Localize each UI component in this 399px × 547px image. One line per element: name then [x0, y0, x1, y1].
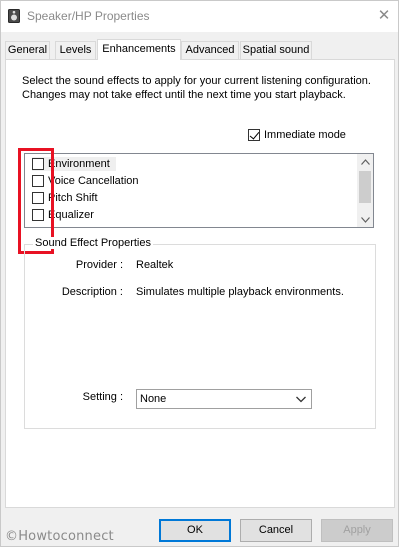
cancel-button[interactable]: Cancel: [240, 519, 312, 542]
setting-selected-value: None: [140, 393, 167, 405]
ok-button[interactable]: OK: [159, 519, 231, 542]
effect-label: Pitch Shift: [48, 192, 98, 204]
effect-item-voice-cancellation[interactable]: Voice Cancellation: [32, 174, 139, 188]
close-button[interactable]: ✕: [371, 5, 397, 27]
tab-advanced[interactable]: Advanced: [181, 41, 239, 60]
close-icon: ✕: [377, 7, 391, 24]
immediate-mode-label: Immediate mode: [264, 129, 346, 141]
watermark-text: ©Howtoconnect: [5, 529, 114, 544]
effects-list[interactable]: Environment Voice Cancellation Pitch Shi…: [24, 153, 374, 228]
immediate-mode-check-icon[interactable]: [248, 129, 260, 141]
effect-item-environment[interactable]: Environment: [32, 157, 116, 171]
properties-dialog: Speaker/HP Properties ✕ General Levels E…: [0, 0, 399, 547]
provider-label: Provider :: [75, 259, 123, 271]
tab-enhancements[interactable]: Enhancements: [97, 39, 181, 60]
scroll-up-arrow-icon[interactable]: [357, 154, 373, 169]
effect-label: Equalizer: [48, 209, 94, 221]
effect-checkbox-equalizer[interactable]: [32, 209, 44, 221]
effect-checkbox-pitch-shift[interactable]: [32, 192, 44, 204]
effect-label: Environment: [48, 158, 110, 170]
effect-item-pitch-shift[interactable]: Pitch Shift: [32, 191, 98, 205]
enhancements-description: Select the sound effects to apply for yo…: [22, 75, 371, 101]
tab-strip: General Levels Enhancements Advanced Spa…: [5, 39, 395, 60]
window-title: Speaker/HP Properties: [27, 9, 150, 23]
setting-dropdown[interactable]: None: [136, 389, 312, 409]
description-value: Simulates multiple playback environments…: [136, 286, 344, 298]
effect-checkbox-voice-cancellation[interactable]: [32, 175, 44, 187]
apply-button[interactable]: Apply: [321, 519, 393, 542]
tab-spatial-sound[interactable]: Spatial sound: [240, 41, 312, 60]
speaker-icon: [8, 9, 20, 23]
chevron-down-icon: [296, 396, 306, 403]
effect-checkbox-environment[interactable]: [32, 158, 44, 170]
effects-scrollbar[interactable]: [357, 154, 373, 227]
title-bar: Speaker/HP Properties ✕: [1, 1, 398, 32]
setting-label: Setting :: [82, 391, 123, 403]
scroll-down-arrow-icon[interactable]: [357, 212, 373, 227]
sound-effect-properties-title: Sound Effect Properties: [33, 237, 153, 249]
provider-value: Realtek: [136, 259, 174, 271]
effect-item-equalizer[interactable]: Equalizer: [32, 208, 94, 222]
description-label: Description :: [61, 286, 123, 298]
effect-label: Voice Cancellation: [48, 175, 139, 187]
tab-general[interactable]: General: [5, 41, 50, 60]
immediate-mode-checkbox[interactable]: Immediate mode: [248, 128, 346, 142]
scroll-thumb[interactable]: [359, 171, 371, 203]
tab-levels[interactable]: Levels: [55, 41, 96, 60]
